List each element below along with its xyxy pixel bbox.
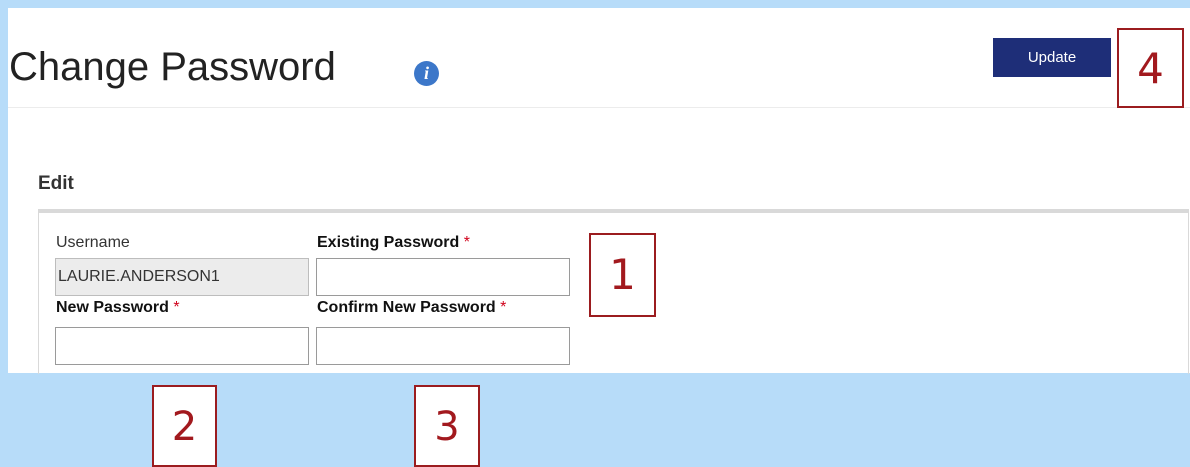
existing-password-label-text: Existing Password bbox=[317, 234, 460, 251]
username-field bbox=[55, 258, 309, 296]
edit-section-heading: Edit bbox=[38, 173, 74, 194]
info-circle-icon[interactable]: i bbox=[414, 61, 439, 86]
required-marker: * bbox=[463, 234, 470, 251]
username-label: Username bbox=[56, 234, 130, 252]
new-password-label: New Password * bbox=[56, 299, 180, 317]
existing-password-label: Existing Password * bbox=[317, 234, 470, 252]
page-header: Change Password i Update bbox=[8, 8, 1190, 108]
new-password-input[interactable] bbox=[55, 327, 309, 365]
page-title: Change Password bbox=[9, 45, 336, 89]
existing-password-input[interactable] bbox=[316, 258, 570, 296]
confirm-password-label-text: Confirm New Password bbox=[317, 299, 496, 316]
callout-4: 4 bbox=[1117, 28, 1184, 108]
update-button[interactable]: Update bbox=[993, 38, 1111, 77]
username-label-text: Username bbox=[56, 234, 130, 251]
required-marker: * bbox=[173, 299, 180, 316]
callout-3: 3 bbox=[414, 385, 480, 467]
callout-2: 2 bbox=[152, 385, 217, 467]
callout-1: 1 bbox=[589, 233, 656, 317]
confirm-password-input[interactable] bbox=[316, 327, 570, 365]
new-password-label-text: New Password bbox=[56, 299, 169, 316]
change-password-panel: Change Password i Update Edit Username E… bbox=[8, 8, 1190, 374]
required-marker: * bbox=[500, 299, 507, 316]
confirm-password-label: Confirm New Password * bbox=[317, 299, 506, 317]
